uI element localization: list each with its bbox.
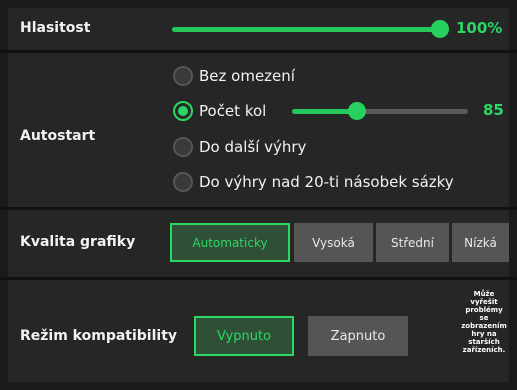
graphics-quality-row: Kvalita grafiky Automaticky Vysoká Střed… (8, 210, 509, 277)
rounds-value: 85 (483, 101, 504, 119)
autostart-row: Autostart Bez omezení Počet kol 85 Do da… (8, 53, 509, 207)
note-line: vyřešit (470, 298, 498, 306)
radio-no-limit-label: Bez omezení (199, 67, 295, 85)
compatibility-on-button[interactable]: Zapnuto (308, 316, 408, 356)
radio-circle-icon (173, 172, 193, 192)
radio-circle-icon (173, 137, 193, 157)
radio-win-over-20x[interactable]: Do výhry nad 20-ti násobek sázky (173, 170, 454, 194)
volume-value: 100% (456, 19, 503, 37)
graphics-quality-label: Kvalita grafiky (20, 234, 136, 250)
radio-next-win[interactable]: Do další výhry (173, 135, 306, 159)
volume-slider-thumb[interactable] (431, 20, 449, 38)
graphics-automatic-button[interactable]: Automaticky (170, 223, 290, 262)
note-line: zařízeních. (462, 346, 506, 354)
volume-slider[interactable] (172, 20, 449, 38)
note-line: hry na (471, 330, 497, 338)
volume-row: Hlasitost 100% (8, 8, 509, 50)
volume-slider-fill (172, 27, 440, 32)
graphics-high-button[interactable]: Vysoká (294, 223, 373, 262)
note-line: se (479, 314, 489, 322)
radio-checked-icon (173, 101, 193, 121)
graphics-low-button[interactable]: Nízká (452, 223, 509, 262)
radio-next-win-label: Do další výhry (199, 138, 307, 156)
radio-win-over-20x-label: Do výhry nad 20-ti násobek sázky (199, 173, 454, 191)
rounds-slider-thumb[interactable] (348, 102, 367, 120)
graphics-medium-button[interactable]: Střední (376, 223, 449, 262)
radio-circle-icon (173, 66, 193, 86)
autostart-label: Autostart (20, 128, 96, 144)
note-line: problémy (465, 306, 503, 314)
compatibility-row: Režim kompatibility Vypnuto Zapnuto Může… (8, 280, 509, 382)
radio-rounds[interactable]: Počet kol (173, 99, 266, 123)
volume-label: Hlasitost (20, 20, 91, 36)
compatibility-note: Může vyřešit problémy se zobrazením hry … (454, 290, 514, 354)
radio-rounds-label: Počet kol (199, 102, 267, 120)
rounds-slider[interactable] (292, 102, 468, 120)
note-line: zobrazením (461, 322, 507, 330)
note-line: Může (473, 290, 495, 298)
note-line: starších (468, 338, 500, 346)
compatibility-off-button[interactable]: Vypnuto (194, 316, 294, 356)
radio-no-limit[interactable]: Bez omezení (173, 64, 295, 88)
compatibility-label: Režim kompatibility (20, 328, 178, 344)
